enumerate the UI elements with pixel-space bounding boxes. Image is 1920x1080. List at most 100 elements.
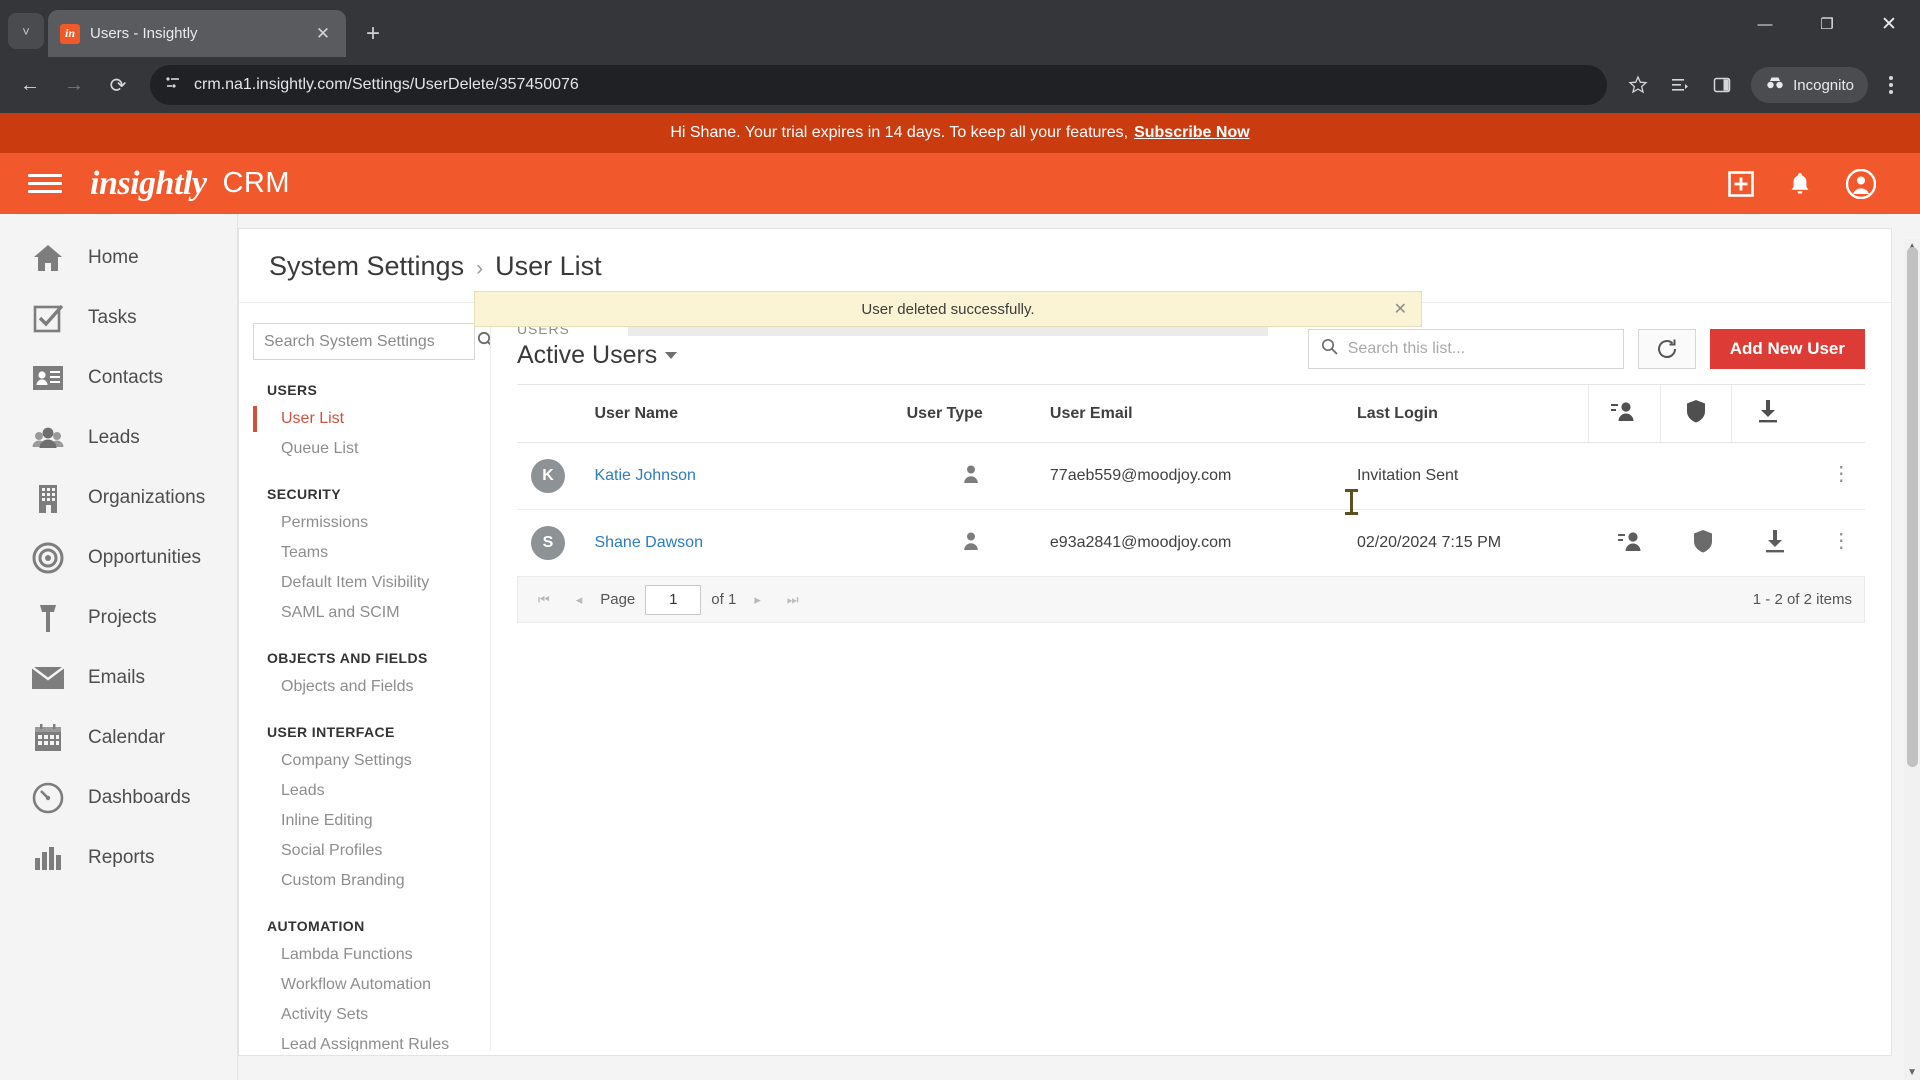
sidebar-item-label: Leads [88, 427, 140, 448]
app-layout: Home Tasks Contacts Leads Organizations … [0, 214, 1920, 1080]
col-actions [1803, 384, 1865, 443]
sidebar-item-home[interactable]: Home [0, 228, 237, 288]
sidebar-item-opportunities[interactable]: Opportunities [0, 528, 237, 588]
shield-icon[interactable] [1692, 529, 1714, 553]
settings-link-custom-branding[interactable]: Custom Branding [253, 866, 490, 896]
settings-link-default-item-visibility[interactable]: Default Item Visibility [253, 568, 490, 598]
col-user-type[interactable]: User Type [892, 384, 1036, 443]
page-scrollbar[interactable]: ▲ ▼ [1904, 239, 1920, 1080]
settings-link-permissions[interactable]: Permissions [253, 508, 490, 538]
forward-button[interactable]: → [54, 65, 94, 105]
sidebar-item-calendar[interactable]: Calendar [0, 708, 237, 768]
user-name-link[interactable]: Katie Johnson [594, 467, 695, 484]
menu-hamburger-icon[interactable] [28, 174, 62, 193]
row-kebab-menu-icon[interactable]: ⋮ [1831, 530, 1851, 552]
assign-permission-icon[interactable] [1618, 530, 1644, 552]
incognito-indicator[interactable]: Incognito [1751, 67, 1868, 103]
flash-message: User deleted successfully. ✕ [474, 291, 1422, 327]
col-shield[interactable] [1659, 384, 1732, 443]
settings-link-user-list[interactable]: User List [253, 404, 490, 434]
sidebar-item-emails[interactable]: Emails [0, 648, 237, 708]
sidebar-item-leads[interactable]: Leads [0, 408, 237, 468]
settings-link-workflow-automation[interactable]: Workflow Automation [253, 970, 490, 1000]
cell-shield[interactable] [1660, 509, 1732, 577]
list-view-selector[interactable]: Active Users [517, 341, 678, 370]
page-number-input[interactable] [645, 584, 702, 615]
close-icon[interactable]: ✕ [1394, 299, 1407, 319]
settings-link-inline-editing[interactable]: Inline Editing [253, 806, 490, 836]
settings-link-lambda-functions[interactable]: Lambda Functions [253, 940, 490, 970]
tab-search-button[interactable]: ˅ [8, 13, 44, 49]
breadcrumb-root[interactable]: System Settings [269, 251, 464, 282]
cell-assign-permission[interactable] [1588, 509, 1661, 577]
back-button[interactable]: ← [10, 65, 50, 105]
reading-list-icon[interactable] [1661, 66, 1699, 104]
window-controls: — ❐ ✕ [1734, 0, 1920, 48]
settings-link-activity-sets[interactable]: Activity Sets [253, 1000, 490, 1030]
sidebar-item-reports[interactable]: Reports [0, 828, 237, 888]
scroll-down-icon[interactable]: ▼ [1907, 1067, 1917, 1078]
col-user-email[interactable]: User Email [1035, 384, 1343, 443]
sidebar-item-projects[interactable]: Projects [0, 588, 237, 648]
app-header: insightly CRM [0, 153, 1920, 214]
reload-button[interactable]: ⟳ [98, 65, 138, 105]
row-kebab-menu-icon[interactable]: ⋮ [1831, 463, 1851, 485]
settings-link-objects-and-fields[interactable]: Objects and Fields [253, 672, 490, 702]
first-page-button[interactable]: ⏮ [530, 592, 558, 608]
search-icon[interactable] [477, 331, 490, 353]
cell-row-menu[interactable]: ⋮ [1803, 442, 1865, 510]
table-row[interactable]: S Shane Dawson e93a2841@moodjoy.com 02/2… [517, 509, 1865, 577]
window-close-button[interactable]: ✕ [1858, 0, 1920, 48]
page-info-icon[interactable] [164, 74, 182, 97]
last-page-button[interactable]: ⏭ [779, 592, 807, 608]
download-icon[interactable] [1764, 529, 1786, 553]
col-download[interactable] [1731, 384, 1804, 443]
settings-link-social-profiles[interactable]: Social Profiles [253, 836, 490, 866]
cell-download[interactable] [1731, 509, 1804, 577]
star-icon[interactable] [1619, 66, 1657, 104]
search-input[interactable] [1347, 340, 1611, 358]
cell-row-menu[interactable]: ⋮ [1803, 509, 1865, 577]
building-icon [30, 480, 66, 516]
side-panel-icon[interactable] [1703, 66, 1741, 104]
settings-search[interactable] [253, 323, 490, 360]
settings-link-leads[interactable]: Leads [253, 776, 490, 806]
three-dot-menu-icon[interactable] [1872, 66, 1910, 104]
refresh-button[interactable] [1637, 329, 1696, 369]
close-icon[interactable]: ✕ [312, 23, 334, 45]
user-name-link[interactable]: Shane Dawson [594, 534, 703, 551]
settings-link-lead-assignment-rules[interactable]: Lead Assignment Rules [253, 1030, 490, 1051]
new-tab-button[interactable]: + [356, 17, 390, 51]
settings-link-saml-and-scim[interactable]: SAML and SCIM [253, 598, 490, 628]
notification-bell-icon[interactable] [1788, 171, 1812, 197]
minimize-button[interactable]: — [1734, 0, 1796, 48]
sidebar-item-organizations[interactable]: Organizations [0, 468, 237, 528]
settings-card: System Settings › User List USERS [238, 228, 1892, 1056]
cell-user-name: Shane Dawson [580, 509, 893, 577]
incognito-label: Incognito [1793, 76, 1854, 94]
cell-user-type [892, 442, 1036, 510]
subscribe-now-link[interactable]: Subscribe Now [1134, 124, 1250, 142]
search-input[interactable] [264, 332, 471, 351]
add-user-button[interactable]: Add New User [1709, 329, 1865, 369]
col-user-name[interactable]: User Name [580, 384, 893, 443]
sidebar-item-contacts[interactable]: Contacts [0, 348, 237, 408]
add-box-icon[interactable] [1728, 170, 1754, 197]
user-avatar-icon[interactable] [1846, 168, 1876, 199]
settings-link-company-settings[interactable]: Company Settings [253, 746, 490, 776]
next-page-button[interactable]: ▸ [746, 592, 769, 608]
prev-page-button[interactable]: ◂ [568, 592, 591, 608]
col-assign-permission[interactable] [1588, 384, 1661, 443]
col-last-login[interactable]: Last Login [1342, 384, 1589, 443]
maximize-button[interactable]: ❐ [1796, 0, 1858, 48]
table-row[interactable]: K Katie Johnson 77aeb559@moodjoy.com Inv… [517, 442, 1865, 510]
settings-link-teams[interactable]: Teams [253, 538, 490, 568]
address-bar[interactable]: crm.na1.insightly.com/Settings/UserDelet… [150, 65, 1608, 105]
sidebar-item-tasks[interactable]: Tasks [0, 288, 237, 348]
sidebar-item-dashboards[interactable]: Dashboards [0, 768, 237, 828]
settings-link-queue-list[interactable]: Queue List [253, 434, 490, 464]
list-search[interactable] [1307, 329, 1624, 369]
browser-tab[interactable]: in Users - Insightly ✕ [48, 10, 346, 57]
insightly-logo[interactable]: insightly [90, 165, 207, 203]
scrollbar-thumb[interactable] [1907, 247, 1918, 767]
